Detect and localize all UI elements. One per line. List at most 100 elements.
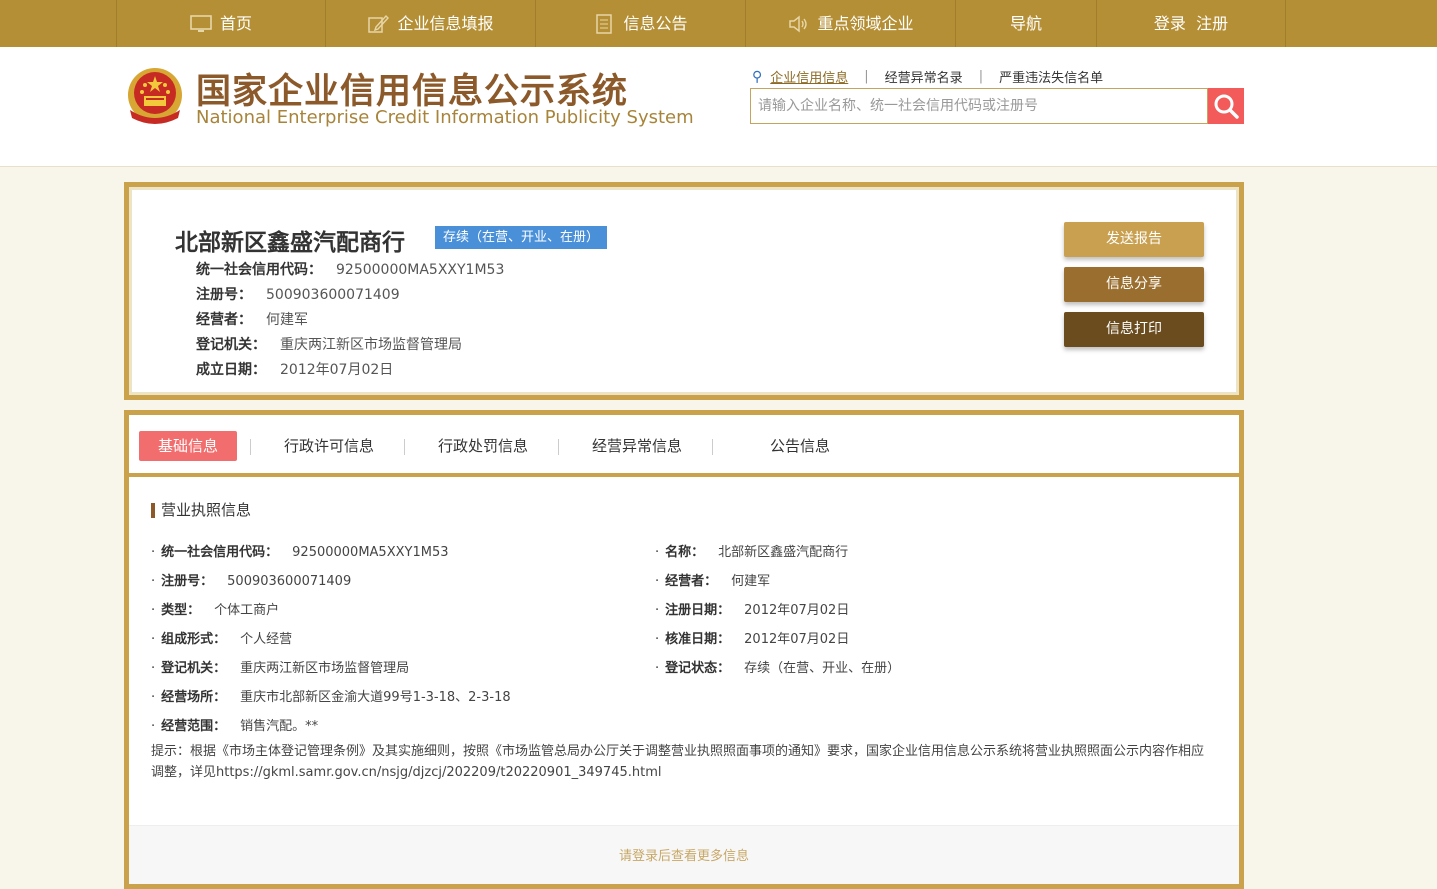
document-icon	[596, 13, 613, 34]
field-value: 何建军	[731, 574, 771, 589]
field-value: 存续（在营、开业、在册）	[744, 661, 901, 676]
send-report-button[interactable]: 发送报告	[1064, 222, 1204, 257]
site-header: 国家企业信用信息公示系统 National Enterprise Credit …	[0, 47, 1437, 167]
login-hint-link[interactable]: 请登录后查看更多信息	[619, 849, 749, 864]
detail-tabs: 基础信息 行政许可信息 行政处罚信息 经营异常信息 公告信息	[129, 415, 1239, 477]
tab-admin-license[interactable]: 行政许可信息	[261, 431, 397, 461]
field-value: 2012年07月02日	[280, 362, 394, 378]
summary-reg-number: 注册号： 500903600071409	[196, 284, 400, 304]
speaker-icon	[789, 14, 808, 33]
detail-registration-date: · 注册日期： 2012年07月02日	[655, 603, 850, 618]
tab-abnormal-operation[interactable]: 经营异常信息	[569, 431, 705, 461]
tab-basic-info[interactable]: 基础信息	[139, 431, 237, 461]
search-button[interactable]	[1208, 88, 1244, 124]
field-label: 经营者：	[665, 574, 718, 589]
search-link-credit-info[interactable]: 企业信用信息	[770, 67, 848, 86]
field-value: 重庆两江新区市场监督管理局	[240, 661, 410, 676]
search-icon: ⚲	[752, 68, 763, 85]
nav-announcements-label: 信息公告	[623, 14, 688, 33]
field-value: 92500000MA5XXY1M53	[292, 545, 449, 560]
field-label: 注册号：	[196, 287, 252, 303]
field-value: 销售汽配。**	[240, 719, 319, 734]
divider	[712, 439, 713, 455]
search-link-blacklist[interactable]: 严重违法失信名单	[999, 67, 1103, 86]
field-label: 经营范围：	[161, 719, 227, 734]
summary-established-date: 成立日期： 2012年07月02日	[196, 359, 393, 379]
field-value: 500903600071409	[227, 574, 352, 589]
field-value: 何建军	[266, 312, 308, 328]
field-label: 成立日期：	[196, 362, 266, 378]
field-label: 登记机关：	[161, 661, 227, 676]
search-input[interactable]: 请输入企业名称、统一社会信用代码或注册号	[750, 88, 1208, 124]
print-info-button[interactable]: 信息打印	[1064, 312, 1204, 347]
nav-home-label: 首页	[219, 14, 252, 33]
field-label: 登记状态：	[665, 661, 731, 676]
nav-guide[interactable]: 导航	[955, 0, 1096, 47]
notice-text: 提示：根据《市场主体登记管理条例》及其实施细则，按照《市场监管总局办公厅关于调整…	[151, 744, 1205, 780]
divider	[558, 439, 559, 455]
section-title: 营业执照信息	[151, 503, 251, 518]
nav-key-sectors[interactable]: 重点领域企业	[745, 0, 955, 47]
detail-registration-status: · 登记状态： 存续（在营、开业、在册）	[655, 661, 901, 676]
field-label: 统一社会信用代码：	[161, 545, 279, 560]
summary-registration-authority: 登记机关： 重庆两江新区市场监督管理局	[196, 334, 462, 354]
share-info-button[interactable]: 信息分享	[1064, 267, 1204, 302]
detail-registration-authority: · 登记机关： 重庆两江新区市场监督管理局	[151, 661, 410, 676]
tab-admin-penalty[interactable]: 行政处罚信息	[415, 431, 551, 461]
search-link-abnormal-list[interactable]: 经营异常名录	[885, 67, 963, 86]
detail-reg-number: · 注册号： 500903600071409	[151, 574, 352, 589]
summary-credit-code: 统一社会信用代码： 92500000MA5XXY1M53	[196, 259, 504, 279]
field-value: 2012年07月02日	[744, 603, 850, 618]
field-label: 统一社会信用代码：	[196, 262, 322, 278]
field-label: 经营场所：	[161, 690, 227, 705]
divider: |	[864, 69, 869, 84]
edit-icon	[368, 14, 390, 33]
search-icon	[1214, 94, 1239, 119]
detail-business-scope: · 经营范围： 销售汽配。**	[151, 719, 319, 734]
nav-key-sectors-label: 重点领域企业	[817, 14, 914, 33]
field-label: 核准日期：	[665, 632, 731, 647]
field-value: 重庆市北部新区金渝大道99号1-3-18、2-3-18	[240, 690, 511, 705]
field-value: 92500000MA5XXY1M53	[336, 262, 505, 278]
summary-operator: 经营者： 何建军	[196, 309, 308, 329]
nav-login-register[interactable]: 登录 注册	[1096, 0, 1286, 47]
detail-type: · 类型： 个体工商户	[151, 603, 280, 618]
field-value: 重庆两江新区市场监督管理局	[280, 337, 462, 353]
detail-credit-code: · 统一社会信用代码： 92500000MA5XXY1M53	[151, 545, 449, 560]
field-value: 个人经营	[240, 632, 293, 647]
field-label: 组成形式：	[161, 632, 227, 647]
nav-announcements[interactable]: 信息公告	[535, 0, 745, 47]
detail-approval-date: · 核准日期： 2012年07月02日	[655, 632, 850, 647]
detail-operator: · 经营者： 何建军	[655, 574, 771, 589]
nav-login-register-label: 登录 注册	[1153, 14, 1229, 33]
nav-enterprise-report-label: 企业信息填报	[397, 14, 494, 33]
detail-organization-form: · 组成形式： 个人经营	[151, 632, 293, 647]
field-value: 北部新区鑫盛汽配商行	[718, 545, 849, 560]
field-label: 注册日期：	[665, 603, 731, 618]
field-value: 500903600071409	[266, 287, 400, 303]
field-value: 个体工商户	[214, 603, 280, 618]
detail-name: · 名称： 北部新区鑫盛汽配商行	[655, 545, 849, 560]
top-navigation-bar: 首页 企业信息填报 信息公告 重点领域企业 导航 登录 注册	[0, 0, 1437, 47]
nav-enterprise-report[interactable]: 企业信息填报	[325, 0, 535, 47]
company-name: 北部新区鑫盛汽配商行	[175, 230, 405, 256]
detail-business-address: · 经营场所： 重庆市北部新区金渝大道99号1-3-18、2-3-18	[151, 690, 511, 705]
site-subtitle: National Enterprise Credit Information P…	[196, 107, 694, 128]
nav-guide-label: 导航	[1009, 14, 1042, 33]
tab-announcements[interactable]: 公告信息	[747, 431, 853, 461]
company-summary-card: 北部新区鑫盛汽配商行 存续（在营、开业、在册） 统一社会信用代码： 9250000…	[124, 182, 1244, 400]
divider	[404, 439, 405, 455]
national-emblem-icon	[128, 68, 182, 124]
field-label: 类型：	[161, 603, 201, 618]
company-details-card: 基础信息 行政许可信息 行政处罚信息 经营异常信息 公告信息 营业执照信息 · 统…	[124, 410, 1244, 889]
status-badge: 存续（在营、开业、在册）	[435, 226, 608, 249]
monitor-icon	[190, 14, 212, 32]
divider: |	[978, 69, 984, 84]
field-label: 登记机关：	[196, 337, 266, 353]
field-label: 注册号：	[161, 574, 214, 589]
divider	[250, 439, 251, 455]
field-label: 名称：	[665, 545, 705, 560]
nav-home[interactable]: 首页	[116, 0, 325, 47]
login-hint-bar: 请登录后查看更多信息	[129, 825, 1239, 884]
field-label: 经营者：	[196, 312, 252, 328]
